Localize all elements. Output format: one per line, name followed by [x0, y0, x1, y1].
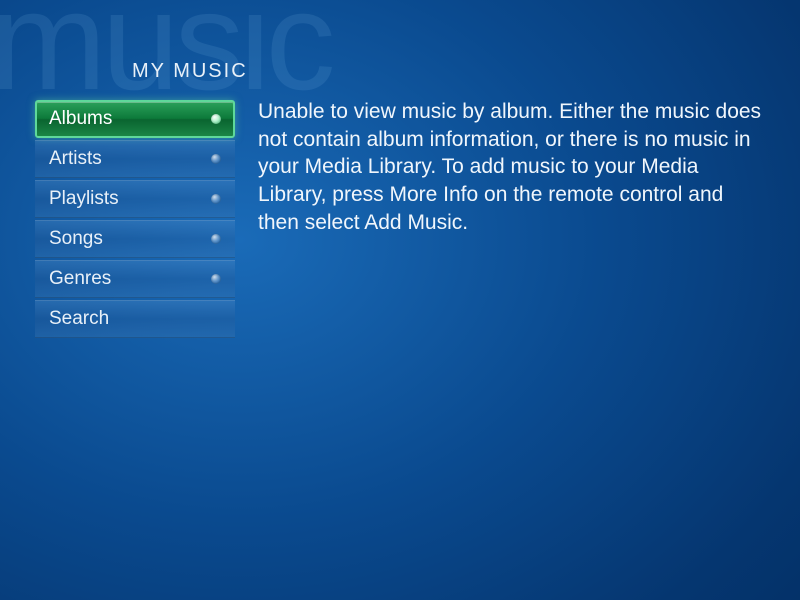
sidebar-item-label: Playlists: [49, 188, 119, 210]
radio-dot-icon: [211, 234, 221, 244]
radio-dot-icon: [211, 154, 221, 164]
empty-state-message: Unable to view music by album. Either th…: [258, 98, 770, 237]
sidebar-item-songs[interactable]: Songs: [35, 220, 235, 258]
page-title: MY MUSIC: [132, 60, 248, 83]
sidebar-item-playlists[interactable]: Playlists: [35, 180, 235, 218]
radio-dot-icon: [211, 274, 221, 284]
sidebar-item-artists[interactable]: Artists: [35, 140, 235, 178]
radio-dot-icon: [211, 114, 221, 124]
sidebar-item-label: Albums: [49, 108, 112, 130]
sidebar-item-label: Songs: [49, 228, 103, 250]
sidebar-item-search[interactable]: Search: [35, 300, 235, 338]
sidebar-item-label: Artists: [49, 148, 102, 170]
sidebar-item-label: Genres: [49, 268, 111, 290]
sidebar-item-genres[interactable]: Genres: [35, 260, 235, 298]
sidebar-item-label: Search: [49, 308, 109, 330]
sidebar-item-albums[interactable]: Albums: [35, 100, 235, 138]
sidebar: Albums Artists Playlists Songs Genres Search: [35, 100, 235, 340]
radio-dot-icon: [211, 194, 221, 204]
